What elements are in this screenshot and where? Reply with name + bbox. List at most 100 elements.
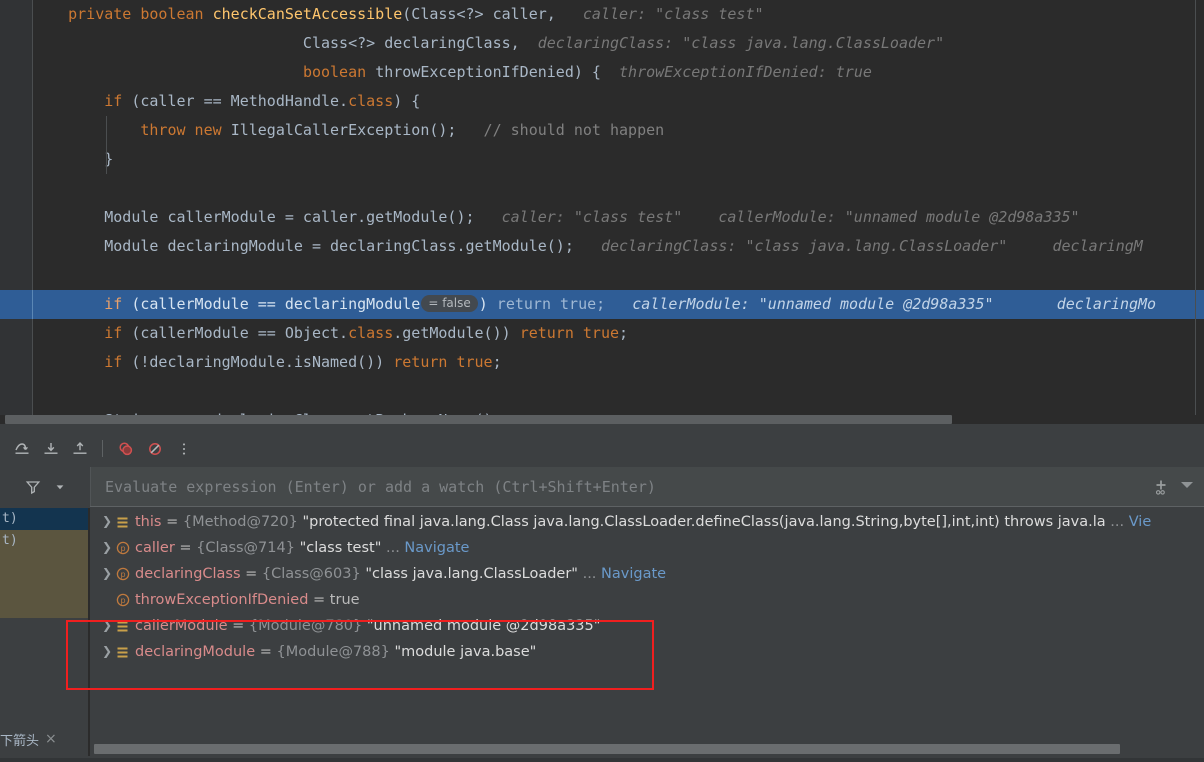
code-token: IllegalCallerException(); — [230, 121, 457, 139]
evaluate-expression-input[interactable]: Evaluate expression (Enter) or add a wat… — [90, 467, 1204, 507]
code-line[interactable] — [0, 261, 1204, 290]
chevron-right-icon[interactable]: ❯ — [98, 638, 116, 664]
code-lines-container[interactable]: private boolean checkCanSetAccessible(Cl… — [0, 0, 1204, 429]
variable-row[interactable]: ❯ p throwExceptionIfDenied = true — [90, 586, 1204, 612]
chevron-right-icon[interactable]: ❯ — [98, 534, 116, 560]
code-token: // should not happen — [456, 121, 665, 139]
variable-name: caller — [135, 540, 175, 556]
collapse-panel-icon[interactable] — [1178, 478, 1196, 496]
editor-hscrollbar-thumb[interactable] — [5, 415, 952, 424]
code-line[interactable]: boolean throwExceptionIfDenied) { throwE… — [0, 58, 1204, 87]
code-token: throwExceptionIfDenied) { — [375, 63, 601, 81]
variables-tree[interactable]: ❯ this = {Method@720} "protected final ja… — [90, 508, 1204, 722]
variable-equals: = — [174, 540, 197, 556]
code-line[interactable]: Module callerModule = caller.getModule()… — [0, 203, 1204, 232]
variable-name: throwExceptionIfDenied — [135, 592, 309, 608]
svg-text:p: p — [120, 544, 125, 553]
code-token: if — [104, 324, 132, 342]
add-watch-icon[interactable] — [1150, 476, 1172, 498]
debugger-panel: Evaluate expression (Enter) or add a wat… — [0, 430, 1204, 762]
code-token: declaringClass: "class java.lang.ClassLo… — [519, 34, 945, 52]
step-into-button[interactable] — [37, 435, 64, 462]
code-line[interactable]: Class<?> declaringClass, declaringClass:… — [0, 29, 1204, 58]
code-line[interactable]: if (callerModule == declaringModule = fal… — [0, 290, 1204, 319]
inline-value-inlay[interactable]: = false — [421, 295, 478, 312]
filter-group[interactable] — [0, 467, 90, 507]
navigate-link[interactable]: Navigate — [601, 566, 666, 582]
code-line[interactable] — [0, 174, 1204, 203]
mute-breakpoints-button[interactable] — [141, 435, 168, 462]
filter-dropdown-icon[interactable] — [54, 481, 66, 493]
variable-row[interactable]: ❯ this = {Method@720} "protected final ja… — [90, 508, 1204, 534]
frame-row[interactable]: t) — [0, 530, 88, 552]
variables-hscrollbar-thumb[interactable] — [94, 744, 1120, 754]
variable-value: "class java.lang.ClassLoader" — [365, 566, 578, 582]
variable-equals: = — [161, 514, 183, 530]
variable-reference: {Class@714} — [196, 540, 300, 556]
chevron-right-icon[interactable]: ❯ — [98, 508, 116, 534]
navigate-link[interactable]: Vie — [1129, 514, 1152, 530]
chevron-right-icon[interactable]: ❯ — [98, 612, 116, 638]
step-out-button[interactable] — [66, 435, 93, 462]
variable-row[interactable]: ❯ p declaringClass = {Class@603} "class ja… — [90, 560, 1204, 586]
code-token: (!declaringModule.isNamed()) — [131, 353, 394, 371]
parameter-icon: p — [116, 541, 135, 555]
code-editor[interactable]: private boolean checkCanSetAccessible(Cl… — [0, 0, 1204, 430]
code-token: .getModule()) — [393, 324, 520, 342]
code-line[interactable]: if (callerModule == Object.class.getModu… — [0, 319, 1204, 348]
variable-row[interactable]: ❯ p caller = {Class@714} "class test" ... … — [90, 534, 1204, 560]
code-token: Module callerModule = caller.getModule()… — [32, 208, 475, 226]
filter-icon[interactable] — [25, 479, 41, 495]
variable-row[interactable]: ❯ callerModule = {Module@780} "unnamed mo… — [90, 612, 1204, 638]
code-line[interactable]: if (caller == MethodHandle.class) { — [0, 87, 1204, 116]
code-token: if — [104, 92, 132, 110]
code-token: throw new — [140, 121, 231, 139]
code-line[interactable]: throw new IllegalCallerException(); // s… — [0, 116, 1204, 145]
close-icon[interactable]: × — [45, 731, 57, 747]
navigate-link[interactable]: Navigate — [404, 540, 469, 556]
view-breakpoints-button[interactable] — [112, 435, 139, 462]
chevron-right-icon[interactable]: ❯ — [98, 560, 116, 586]
indent-guide — [106, 145, 107, 174]
variable-value: "class test" — [299, 540, 382, 556]
variable-reference: {Class@603} — [261, 566, 366, 582]
code-line[interactable]: } — [0, 145, 1204, 174]
variable-equals: = — [255, 644, 277, 660]
code-token: ) — [478, 295, 488, 313]
code-token: if — [104, 353, 132, 371]
svg-text:p: p — [120, 596, 125, 605]
code-token: } — [32, 150, 114, 168]
evaluate-placeholder: Evaluate expression (Enter) or add a wat… — [105, 478, 656, 496]
variable-name: declaringClass — [135, 566, 241, 582]
code-line[interactable]: if (!declaringModule.isNamed()) return t… — [0, 348, 1204, 377]
more-options-button[interactable] — [170, 435, 197, 462]
code-token: class — [348, 324, 394, 342]
code-line[interactable] — [0, 377, 1204, 406]
variable-name: declaringModule — [135, 644, 256, 660]
variable-ellipsis: ... — [577, 566, 602, 582]
debugger-bottom-bar: 下箭头 × — [0, 722, 1204, 762]
code-token: return true; — [487, 295, 606, 313]
bottom-tab[interactable]: 下箭头 × — [0, 722, 88, 756]
evaluate-underline — [90, 506, 1204, 507]
parameter-icon: p — [116, 593, 135, 607]
code-token: declaringClass: "class java.lang.ClassLo… — [573, 237, 1143, 255]
frames-list[interactable]: t) t) — [0, 508, 88, 722]
variable-reference: {Module@788} — [276, 644, 395, 660]
variable-row[interactable]: ❯ declaringModule = {Module@788} "module … — [90, 638, 1204, 664]
code-line[interactable]: private boolean checkCanSetAccessible(Cl… — [0, 0, 1204, 29]
footer-line — [0, 758, 1204, 762]
code-line[interactable]: Module declaringModule = declaringClass.… — [0, 232, 1204, 261]
code-token: ; — [492, 353, 502, 371]
variable-equals: = — [308, 592, 330, 608]
variable-equals: = — [227, 618, 249, 634]
code-token: ) { — [393, 92, 421, 110]
step-over-button[interactable] — [8, 435, 35, 462]
variable-ellipsis: ... — [381, 540, 405, 556]
right-margin-guide — [1195, 0, 1196, 418]
frame-row[interactable]: t) — [0, 508, 88, 530]
evaluate-actions — [1150, 467, 1200, 507]
